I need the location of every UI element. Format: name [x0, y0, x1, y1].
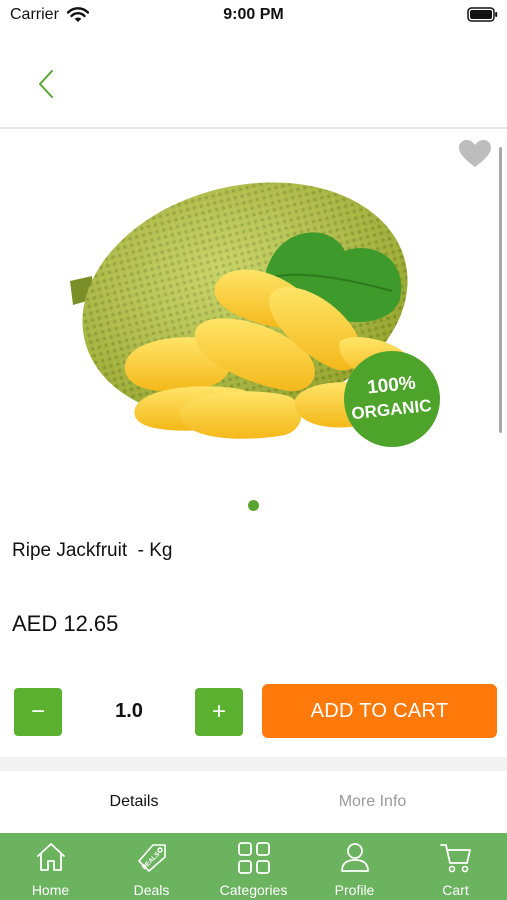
scrollbar[interactable]	[499, 147, 502, 433]
nav-profile[interactable]: Profile	[304, 833, 405, 900]
increase-quantity-button[interactable]: +	[195, 688, 243, 736]
nav-cart[interactable]: Cart	[405, 833, 506, 900]
section-divider	[0, 757, 507, 771]
decrease-quantity-button[interactable]: −	[14, 688, 62, 736]
battery-icon	[467, 7, 498, 22]
bottom-navigation: Home DEALS Deals Categories Profile Cart	[0, 833, 507, 900]
person-icon	[340, 843, 369, 872]
nav-categories[interactable]: Categories	[203, 833, 304, 900]
heart-icon	[459, 140, 491, 167]
home-icon	[36, 843, 65, 871]
nav-deals[interactable]: DEALS Deals	[101, 833, 202, 900]
status-bar: Carrier 9:00 PM	[0, 0, 507, 32]
nav-categories-label: Categories	[219, 882, 288, 898]
nav-home[interactable]: Home	[0, 833, 101, 900]
quantity-value: 1.0	[115, 700, 143, 722]
grid-icon	[237, 842, 270, 874]
product-price: AED 12.65	[12, 611, 119, 636]
chevron-left-icon	[39, 70, 53, 98]
product-image: 100% ORGANIC	[40, 181, 480, 451]
organic-badge: 100% ORGANIC	[344, 351, 440, 447]
product-name: Ripe Jackfruit - Kg	[12, 540, 173, 561]
navigation-bar	[0, 32, 507, 129]
favorite-button[interactable]	[458, 139, 494, 171]
nav-cart-label: Cart	[442, 882, 469, 898]
cart-icon	[439, 844, 471, 873]
product-image-gallery[interactable]: 100% ORGANIC	[0, 131, 507, 516]
tab-more-info[interactable]: More Info	[250, 793, 495, 811]
nav-home-label: Home	[31, 882, 70, 898]
back-button[interactable]	[28, 62, 64, 106]
tab-details[interactable]: Details	[0, 793, 268, 811]
status-time: 9:00 PM	[223, 6, 284, 23]
info-tabs: Details More Info	[0, 771, 507, 833]
deals-tag-icon: DEALS	[137, 844, 166, 872]
nav-profile-label: Profile	[334, 882, 375, 898]
add-to-cart-button[interactable]: ADD TO CART	[262, 684, 497, 738]
nav-deals-label: Deals	[133, 882, 170, 898]
page-indicator-dot[interactable]	[248, 500, 259, 511]
